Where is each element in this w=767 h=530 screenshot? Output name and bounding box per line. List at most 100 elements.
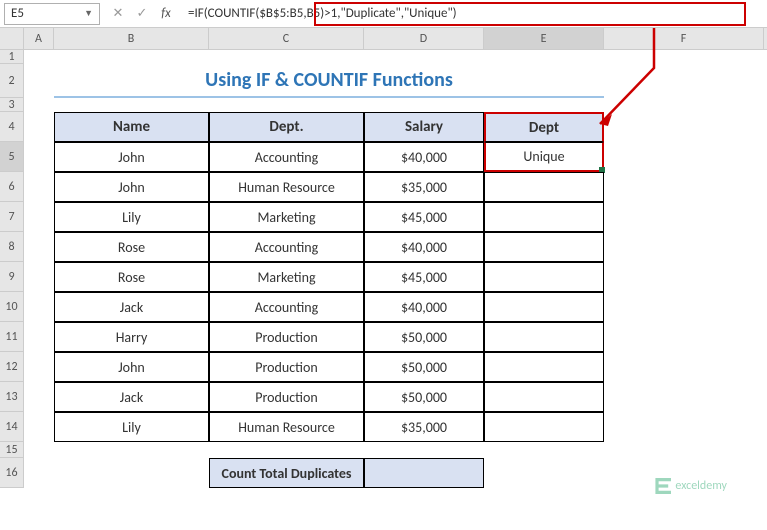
cell[interactable]: [24, 262, 54, 292]
cell-name[interactable]: Harry: [54, 322, 209, 352]
row-header[interactable]: 5: [0, 142, 24, 172]
cell[interactable]: [54, 98, 604, 112]
col-header-A[interactable]: A: [24, 28, 54, 49]
cell-salary[interactable]: $45,000: [364, 202, 484, 232]
th-salary[interactable]: Salary: [364, 112, 484, 142]
row-header[interactable]: 8: [0, 232, 24, 262]
cell[interactable]: [604, 322, 764, 352]
row-header[interactable]: 16: [0, 458, 24, 488]
cell[interactable]: [604, 262, 764, 292]
row-header[interactable]: 9: [0, 262, 24, 292]
cell[interactable]: [604, 50, 764, 64]
cell-dept[interactable]: Marketing: [209, 202, 364, 232]
select-all-cell[interactable]: [0, 28, 24, 49]
cell[interactable]: [24, 292, 54, 322]
cell-dept[interactable]: Production: [209, 382, 364, 412]
cell[interactable]: [24, 50, 54, 64]
count-dup-value[interactable]: [364, 458, 484, 488]
col-header-B[interactable]: B: [54, 28, 209, 49]
cell[interactable]: [604, 412, 764, 442]
cell[interactable]: [604, 142, 764, 172]
cell-dept[interactable]: Accounting: [209, 232, 364, 262]
cell-salary[interactable]: $50,000: [364, 322, 484, 352]
cell[interactable]: [24, 98, 54, 112]
cell[interactable]: [604, 382, 764, 412]
cell[interactable]: [24, 458, 54, 488]
row-header[interactable]: 4: [0, 112, 24, 142]
col-header-C[interactable]: C: [209, 28, 364, 49]
cell-dept[interactable]: Accounting: [209, 292, 364, 322]
th-dept[interactable]: Dept.: [209, 112, 364, 142]
cell-dept[interactable]: Human Resource: [209, 172, 364, 202]
cell-salary[interactable]: $50,000: [364, 382, 484, 412]
row-header[interactable]: 14: [0, 412, 24, 442]
cell[interactable]: [24, 412, 54, 442]
cell[interactable]: [24, 352, 54, 382]
row-header[interactable]: 12: [0, 352, 24, 382]
formula-input-wrap[interactable]: =IF(COUNTIF($B$5:B5,B5)>1,"Duplicate","U…: [184, 3, 763, 25]
th-dept2[interactable]: Dept: [484, 112, 604, 142]
row-header[interactable]: 7: [0, 202, 24, 232]
cell-e[interactable]: [484, 172, 604, 202]
cell[interactable]: [604, 442, 764, 458]
cell-salary[interactable]: $40,000: [364, 232, 484, 262]
cell[interactable]: [54, 50, 209, 64]
cell-name[interactable]: John: [54, 352, 209, 382]
cell-dept[interactable]: Production: [209, 322, 364, 352]
cell[interactable]: [54, 442, 604, 458]
cell-name[interactable]: Jack: [54, 292, 209, 322]
cell-name[interactable]: John: [54, 172, 209, 202]
row-header[interactable]: 2: [0, 64, 24, 98]
cell-e[interactable]: [484, 202, 604, 232]
col-header-E[interactable]: E: [484, 28, 604, 49]
cell[interactable]: [24, 382, 54, 412]
title[interactable]: Using IF & COUNTIF Functions: [54, 64, 604, 98]
cell[interactable]: [24, 232, 54, 262]
cell-dept[interactable]: Accounting: [209, 142, 364, 172]
cell-dept[interactable]: Human Resource: [209, 412, 364, 442]
row-header[interactable]: 3: [0, 98, 24, 112]
col-header-D[interactable]: D: [364, 28, 484, 49]
row-header[interactable]: 10: [0, 292, 24, 322]
cell[interactable]: [24, 172, 54, 202]
cell[interactable]: [24, 112, 54, 142]
cell-e[interactable]: [484, 352, 604, 382]
cell[interactable]: [604, 292, 764, 322]
cell-salary[interactable]: $35,000: [364, 172, 484, 202]
cell-e[interactable]: [484, 382, 604, 412]
cell[interactable]: [209, 50, 364, 64]
cell[interactable]: [24, 142, 54, 172]
fx-button[interactable]: fx: [158, 6, 174, 21]
cell-e[interactable]: [484, 412, 604, 442]
cell[interactable]: [24, 442, 54, 458]
cell[interactable]: [604, 112, 764, 142]
row-header[interactable]: 11: [0, 322, 24, 352]
row-header[interactable]: 6: [0, 172, 24, 202]
name-box[interactable]: E5 ▼: [4, 3, 100, 25]
cell-salary[interactable]: $40,000: [364, 142, 484, 172]
spreadsheet-grid[interactable]: A B C D E F 1 2 Using IF & COUNTIF Funct…: [0, 28, 767, 488]
cell-dept[interactable]: Marketing: [209, 262, 364, 292]
cell-e[interactable]: [484, 262, 604, 292]
cell-salary[interactable]: $40,000: [364, 292, 484, 322]
row-header[interactable]: 15: [0, 442, 24, 458]
cell-dept[interactable]: Production: [209, 352, 364, 382]
cell-e[interactable]: [484, 322, 604, 352]
cell-e[interactable]: [484, 292, 604, 322]
cell-salary[interactable]: $45,000: [364, 262, 484, 292]
col-header-F[interactable]: F: [604, 28, 764, 49]
cell-salary[interactable]: $35,000: [364, 412, 484, 442]
row-header[interactable]: 1: [0, 50, 24, 64]
row-header[interactable]: 13: [0, 382, 24, 412]
cell[interactable]: [24, 322, 54, 352]
cell-name[interactable]: Lily: [54, 202, 209, 232]
cell[interactable]: [604, 98, 764, 112]
cell-e[interactable]: [484, 232, 604, 262]
th-name[interactable]: Name: [54, 112, 209, 142]
cell[interactable]: [54, 458, 209, 488]
cancel-button[interactable]: ✕: [110, 6, 126, 21]
count-dup-label[interactable]: Count Total Duplicates: [209, 458, 364, 488]
chevron-down-icon[interactable]: ▼: [84, 8, 93, 19]
cell[interactable]: [604, 232, 764, 262]
cell[interactable]: [604, 172, 764, 202]
